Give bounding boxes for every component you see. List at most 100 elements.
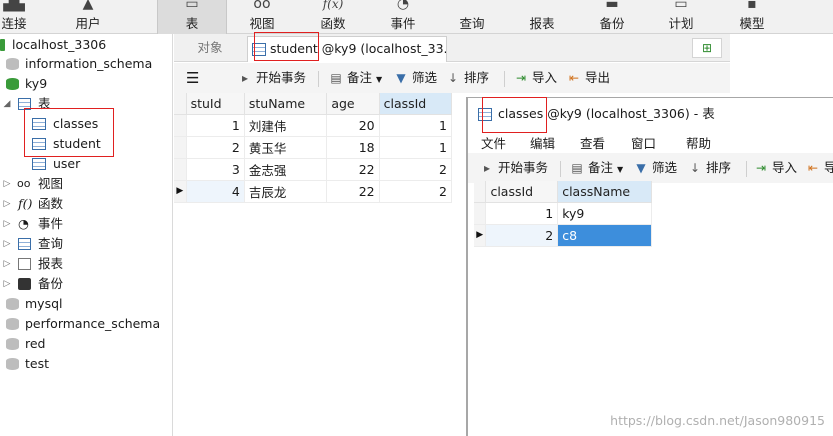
tree-db-red[interactable]: red <box>0 334 172 354</box>
toolbar-function-button[interactable]: f(x) 函数 <box>310 0 356 34</box>
window-title-bar[interactable]: classes @ky9 (localhost_3306) - 表 <box>468 98 833 130</box>
begin-transaction-button[interactable]: ▸ 开始事务 <box>480 159 548 177</box>
column-header-classid[interactable]: classId <box>485 181 559 203</box>
toolbar-event-button[interactable]: ◔ 事件 <box>380 0 426 34</box>
menu-view[interactable]: 查看 <box>580 133 605 152</box>
toolbar-report-button[interactable]: 报表 <box>519 0 565 34</box>
tab-student-table[interactable]: student @ky9 (localhost_33... <box>247 36 447 62</box>
expand-icon[interactable]: ▷ <box>2 234 12 254</box>
column-header-stuname[interactable]: stuName <box>244 93 328 115</box>
menu-edit[interactable]: 编辑 <box>530 133 555 152</box>
tree-table-user[interactable]: user <box>0 154 172 174</box>
tree-db-ky9[interactable]: ky9 <box>0 74 172 94</box>
toolbar-table-button[interactable]: ▭ 表 <box>157 0 227 34</box>
toolbar-user-button[interactable]: ▲ 用户 <box>66 0 110 34</box>
menu-file[interactable]: 文件 <box>481 133 506 152</box>
import-button[interactable]: ⇥ 导入 <box>514 69 557 87</box>
menu-help[interactable]: 帮助 <box>686 133 711 152</box>
cell-classname[interactable]: ky9 <box>557 202 652 225</box>
cell-classid[interactable]: 1 <box>379 136 453 159</box>
cell-classid[interactable]: 1 <box>379 114 453 137</box>
memo-button[interactable]: ▤ 备注 ▼ <box>329 69 382 87</box>
cell-stuid[interactable]: 2 <box>186 136 245 159</box>
table-row[interactable]: 1 ky9 <box>474 202 652 225</box>
table-row[interactable]: 1 刘建伟 20 1 <box>174 114 453 137</box>
cell-classid[interactable]: 1 <box>485 202 559 225</box>
column-header-classid[interactable]: classId <box>379 93 453 115</box>
row-marker <box>174 114 187 137</box>
cell-stuid[interactable]: 3 <box>186 158 245 181</box>
cell-stuid[interactable]: 1 <box>186 114 245 137</box>
cell-stuname[interactable]: 黄玉华 <box>244 136 328 159</box>
expand-icon[interactable]: ▷ <box>2 274 12 294</box>
expand-icon[interactable]: ▷ <box>2 214 12 234</box>
export-button[interactable]: ⇤ 导出 <box>567 69 610 87</box>
table-row[interactable]: ▶ 2 c8 <box>474 224 652 247</box>
cell-age[interactable]: 18 <box>326 136 380 159</box>
expand-icon[interactable]: ▷ <box>2 174 12 194</box>
cell-classname-selected[interactable]: c8 <box>557 224 652 247</box>
toolbar-query-button[interactable]: 查询 <box>449 0 495 34</box>
cell-stuname[interactable]: 吉辰龙 <box>244 180 328 203</box>
database-icon <box>6 298 19 310</box>
expand-icon[interactable]: ▷ <box>2 194 12 214</box>
cell-classid[interactable]: 2 <box>379 158 453 181</box>
tree-db-information-schema[interactable]: information_schema <box>0 54 172 74</box>
tree-group-reports[interactable]: ▷ 报表 <box>0 254 172 274</box>
row-marker <box>174 158 187 181</box>
collapse-icon[interactable]: ◢ <box>2 94 12 114</box>
menu-icon[interactable]: ☰ <box>186 69 199 87</box>
tree-table-classes[interactable]: classes <box>0 114 172 134</box>
sort-button[interactable]: ↓ 排序 <box>688 159 731 177</box>
table-row[interactable]: 2 黄玉华 18 1 <box>174 136 453 159</box>
column-header-classname[interactable]: className <box>557 181 652 203</box>
menu-window[interactable]: 窗口 <box>631 133 656 152</box>
tree-group-backups[interactable]: ▷ 备份 <box>0 274 172 294</box>
tree-db-performance-schema[interactable]: performance_schema <box>0 314 172 334</box>
cell-stuname[interactable]: 金志强 <box>244 158 328 181</box>
export-button[interactable]: ⇤ 导 <box>806 159 833 177</box>
begin-transaction-button[interactable]: ▸ 开始事务 <box>238 69 306 87</box>
import-icon: ⇥ <box>755 161 767 175</box>
cell-age[interactable]: 20 <box>326 114 380 137</box>
tree-connection[interactable]: localhost_3306 <box>0 35 172 55</box>
tree-db-mysql[interactable]: mysql <box>0 294 172 314</box>
column-header-stuid[interactable]: stuId <box>186 93 245 115</box>
tree-table-student[interactable]: student <box>0 134 172 154</box>
backup-icon: ▬ <box>605 0 619 12</box>
cell-classid[interactable]: 2 <box>485 224 559 247</box>
toolbar-model-button[interactable]: ▪ 模型 <box>729 0 775 34</box>
database-icon <box>6 318 19 330</box>
toolbar-schedule-button[interactable]: ▭ 计划 <box>658 0 704 34</box>
toolbar-view-button[interactable]: oo 视图 <box>239 0 285 34</box>
expand-icon[interactable]: ▷ <box>2 254 12 274</box>
toolbar-connection-button[interactable]: ▟▙ 连接 <box>0 0 32 34</box>
memo-button[interactable]: ▤ 备注 ▼ <box>570 159 623 177</box>
table-row[interactable]: 3 金志强 22 2 <box>174 158 453 181</box>
sort-button[interactable]: ↓ 排序 <box>446 69 489 87</box>
tree-group-functions[interactable]: ▷ f() 函数 <box>0 194 172 214</box>
view-icon: oo <box>17 177 31 190</box>
tree-group-views[interactable]: ▷ oo 视图 <box>0 174 172 194</box>
cell-stuname[interactable]: 刘建伟 <box>244 114 328 137</box>
database-icon <box>6 78 19 90</box>
connection-icon: ▟▙ <box>3 0 25 12</box>
tree-group-events[interactable]: ▷ ◔ 事件 <box>0 214 172 234</box>
tab-objects[interactable]: 对象 <box>174 36 246 62</box>
event-icon: ◔ <box>18 216 29 231</box>
import-button[interactable]: ⇥ 导入 <box>754 159 797 177</box>
tree-group-queries[interactable]: ▷ 查询 <box>0 234 172 254</box>
classes-data-grid: classId className 1 ky9 ▶ 2 c8 <box>474 181 652 247</box>
cell-classid[interactable]: 2 <box>379 180 453 203</box>
cell-age[interactable]: 22 <box>326 158 380 181</box>
tree-group-tables[interactable]: ◢ 表 <box>0 94 172 114</box>
table-row[interactable]: ▶ 4 吉辰龙 22 2 <box>174 180 453 203</box>
cell-stuid[interactable]: 4 <box>186 180 245 203</box>
tree-db-test[interactable]: test <box>0 354 172 374</box>
new-tab-button[interactable]: ⊞ <box>692 38 722 58</box>
filter-button[interactable]: ▼ 筛选 <box>394 69 437 87</box>
cell-age[interactable]: 22 <box>326 180 380 203</box>
column-header-age[interactable]: age <box>326 93 380 115</box>
filter-button[interactable]: ▼ 筛选 <box>634 159 677 177</box>
toolbar-backup-button[interactable]: ▬ 备份 <box>589 0 635 34</box>
